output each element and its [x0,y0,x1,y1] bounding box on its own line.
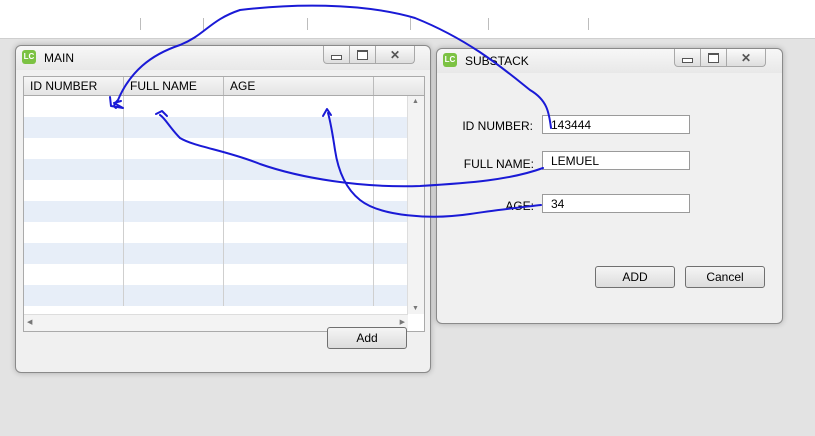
annotation-overlay [109,4,552,218]
annotation-arrow-id [113,4,552,129]
annotation-arrow-name [159,114,544,188]
annotation-arrow-age [327,112,542,218]
annotation-arrowhead-id [109,96,124,109]
annotation-arrowhead-age [322,108,332,117]
